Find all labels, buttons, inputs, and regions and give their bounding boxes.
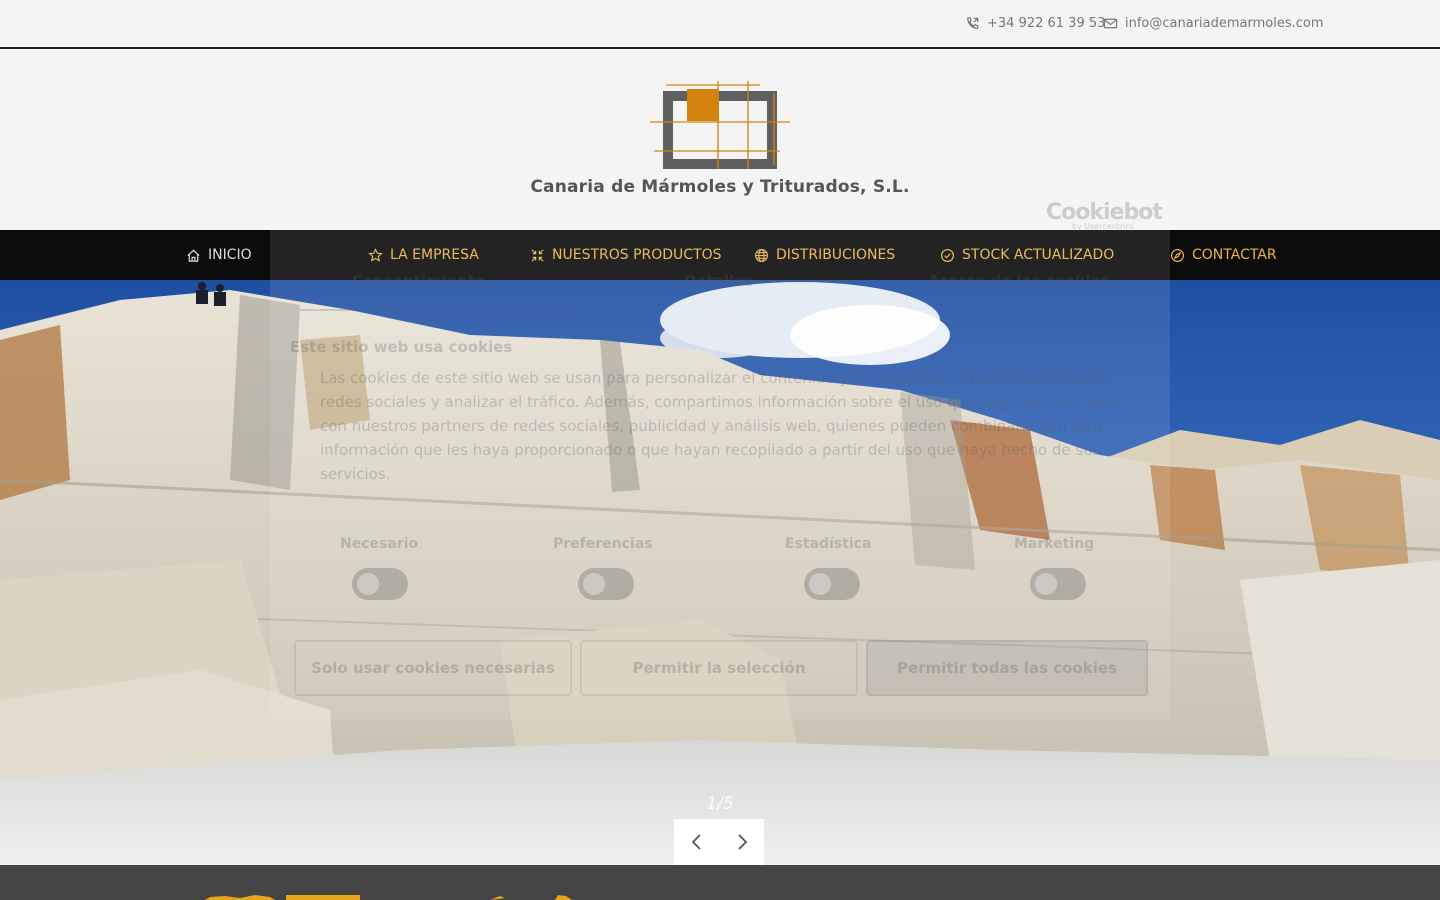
category-estadistica: Estadística <box>785 536 872 552</box>
slider-arrows <box>674 819 764 865</box>
toggle-estadistica[interactable] <box>804 568 860 600</box>
phone-link[interactable]: +34 922 61 39 53 <box>965 16 1105 31</box>
toggle-marketing[interactable] <box>1030 568 1086 600</box>
email-address: info@canariademarmoles.com <box>1125 16 1324 31</box>
slide-counter: 1/5 <box>706 794 734 814</box>
email-link[interactable]: info@canariademarmoles.com <box>1103 16 1324 31</box>
phone-number: +34 922 61 39 53 <box>987 16 1106 31</box>
company-logo[interactable] <box>648 79 792 171</box>
use-necessary-cookies-button[interactable]: Solo usar cookies necesarias <box>294 640 572 696</box>
chevron-left-icon <box>691 834 701 850</box>
nav-item-inicio[interactable]: INICIO <box>186 230 252 280</box>
allow-all-cookies-button[interactable]: Permitir todas las cookies <box>866 640 1148 696</box>
nav-label-contactar: CONTACTAR <box>1192 247 1277 263</box>
cookie-dialog: Cookiebot by Usercentrics Consentimiento… <box>270 200 1170 720</box>
mail-icon <box>1103 18 1118 29</box>
toggle-necesario[interactable] <box>352 568 408 600</box>
nav-label-inicio: INICIO <box>208 247 252 263</box>
top-bar: +34 922 61 39 53 info@canariademarmoles.… <box>0 0 1440 49</box>
compass-icon <box>1170 248 1185 262</box>
phone-icon <box>967 17 979 29</box>
allow-selection-button[interactable]: Permitir la selección <box>580 640 858 696</box>
prev-slide-button[interactable] <box>674 819 719 865</box>
partner-logos <box>205 895 572 900</box>
toggle-preferencias[interactable] <box>578 568 634 600</box>
tab-consentimiento[interactable]: Consentimiento <box>352 272 485 290</box>
category-marketing: Marketing <box>1014 536 1095 552</box>
tab-acerca[interactable]: Acerca de las cookies <box>928 272 1110 290</box>
home-icon <box>187 249 200 262</box>
footer-strip <box>0 865 1440 900</box>
company-name: Canaria de Mármoles y Triturados, S.L. <box>530 177 910 197</box>
tab-detalles[interactable]: Detalles <box>684 272 753 290</box>
category-necesario: Necesario <box>340 536 419 552</box>
cookie-heading: Este sitio web usa cookies <box>290 338 513 356</box>
category-preferencias: Preferencias <box>553 536 653 552</box>
chevron-right-icon <box>737 834 747 850</box>
cookiebot-tagline: by Usercentrics <box>1072 222 1135 231</box>
next-slide-button[interactable] <box>719 819 764 865</box>
cookie-body-text: Las cookies de este sitio web se usan pa… <box>320 369 1118 483</box>
active-tab-underline <box>300 309 570 311</box>
nav-item-contactar[interactable]: CONTACTAR <box>1170 230 1277 280</box>
